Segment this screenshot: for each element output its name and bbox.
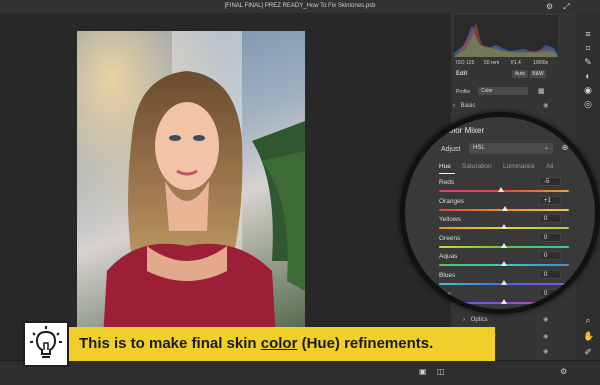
focal-length-value: 50 mm — [484, 60, 500, 66]
compare-view-icon[interactable]: ◫ — [437, 367, 445, 376]
chevron-down-icon: ⌄ — [543, 145, 549, 151]
eyedropper-icon[interactable]: ✐ — [583, 347, 593, 357]
hue-slider-label: Reds — [439, 179, 455, 186]
hue-slider-track[interactable] — [439, 190, 569, 192]
adjust-select-value: HSL — [473, 145, 485, 151]
hue-value-field[interactable]: 0 — [539, 214, 561, 224]
histogram — [454, 15, 558, 57]
tab-hue[interactable]: Hue — [439, 163, 451, 170]
hue-slider-thumb[interactable] — [501, 280, 507, 285]
tab-luminance[interactable]: Luminance — [503, 163, 535, 170]
hue-slider-ples[interactable]: ples 0 — [439, 288, 579, 309]
profile-select[interactable]: Color — [478, 87, 528, 95]
hue-slider-thumb[interactable] — [501, 298, 507, 304]
hue-value-field[interactable]: 0 — [539, 232, 561, 242]
target-adjustment-icon[interactable]: ⊕ — [559, 142, 571, 154]
histogram-graph — [454, 23, 558, 57]
photoshop-camera-raw-window: [FINAL FINAL] PREZ READY_How To Fix Skin… — [0, 0, 600, 385]
hue-value-field[interactable]: 0 — [539, 288, 561, 298]
aperture-value: f/1.4 — [511, 60, 521, 66]
eye-icon[interactable]: ◉ — [543, 317, 549, 323]
section-optics-label: Optics — [470, 317, 488, 323]
eye-icon[interactable]: ◉ — [543, 349, 549, 355]
presets-icon[interactable]: ◎ — [583, 99, 593, 109]
caption-text-start: This is to make final — [79, 335, 227, 352]
tab-all[interactable]: All — [546, 163, 553, 170]
zoom-icon[interactable]: ⌕ — [583, 315, 593, 325]
hue-slider-label: ples — [439, 290, 451, 298]
caption-text-end: (Hue) refinements. — [297, 335, 434, 352]
auto-button[interactable]: Auto — [512, 70, 528, 78]
profile-browser-icon[interactable]: ▦ — [538, 87, 545, 95]
edit-sliders-icon[interactable]: ≡ — [583, 29, 593, 39]
settings-icon[interactable]: ⚙ — [560, 367, 567, 376]
caption-banner: This is to make final skin color (Hue) r… — [23, 321, 495, 367]
fullscreen-toggle-icon[interactable]: ⤢ — [562, 2, 571, 11]
eye-icon[interactable]: ◉ — [543, 334, 549, 340]
adjust-label: Adjust — [441, 146, 461, 153]
mask-icon[interactable]: ◐ — [583, 71, 593, 81]
iso-value: ISO 125 — [456, 60, 475, 66]
crop-icon[interactable]: ⌗ — [583, 43, 593, 53]
hue-value-field[interactable]: 0 — [539, 270, 561, 279]
window-title-bar: [FINAL FINAL] PREZ READY_How To Fix Skin… — [0, 0, 600, 13]
settings-gear-icon[interactable]: ⚙ — [545, 2, 554, 11]
adjust-select[interactable]: HSL ⌄ — [469, 143, 553, 154]
hue-slider-thumb[interactable] — [501, 261, 507, 267]
portrait-illustration — [77, 31, 305, 354]
hue-slider-label: Blues — [439, 272, 456, 279]
hue-slider-label: Oranges — [439, 197, 464, 205]
caption-text: This is to make final skin color (Hue) r… — [69, 327, 495, 361]
profile-label: Profile — [456, 89, 471, 95]
before-after-icon[interactable]: ▣ — [419, 367, 427, 376]
hue-slider-thumb[interactable] — [501, 205, 508, 211]
hue-slider-label: Greens — [439, 234, 461, 242]
section-basic[interactable]: › Basic ◉ — [453, 100, 553, 112]
hue-slider-thumb[interactable] — [501, 224, 507, 230]
color-mixer-title: olor Mixer — [449, 126, 485, 135]
hue-slider-thumb[interactable] — [497, 187, 504, 192]
active-tab-underline — [439, 173, 455, 174]
hue-slider-thumb[interactable] — [501, 242, 507, 248]
healing-brush-icon[interactable]: ✎ — [583, 57, 593, 67]
image-canvas[interactable] — [0, 13, 451, 368]
hand-icon[interactable]: ✋ — [583, 331, 594, 341]
section-basic-label: Basic — [460, 103, 476, 109]
shutter-speed-value: 1/800s — [533, 60, 549, 66]
bw-button[interactable]: B&W — [530, 70, 546, 78]
hue-value-field[interactable]: +1 — [539, 195, 561, 205]
lightbulb-icon — [23, 321, 69, 367]
color-mixer-magnifier: olor Mixer Adjust HSL ⌄ ⊕ Hue Saturation… — [400, 112, 600, 314]
tab-saturation[interactable]: Saturation — [462, 163, 492, 170]
hue-value-field[interactable]: 0 — [539, 251, 561, 261]
hue-value-field[interactable]: -5 — [539, 177, 561, 186]
window-title: [FINAL FINAL] PREZ READY_How To Fix Skin… — [224, 3, 376, 9]
edit-title: Edit — [456, 71, 468, 77]
hue-slider-label: Aquas — [439, 253, 458, 261]
caption-text-skin: skin — [226, 335, 261, 352]
chevron-right-icon: › — [453, 103, 455, 109]
red-eye-icon[interactable]: ◉ — [583, 85, 593, 95]
hue-slider-label: Yellows — [439, 216, 461, 224]
portrait-photo — [77, 31, 305, 354]
caption-text-color: color — [260, 335, 298, 352]
eye-icon[interactable]: ◉ — [543, 103, 549, 109]
